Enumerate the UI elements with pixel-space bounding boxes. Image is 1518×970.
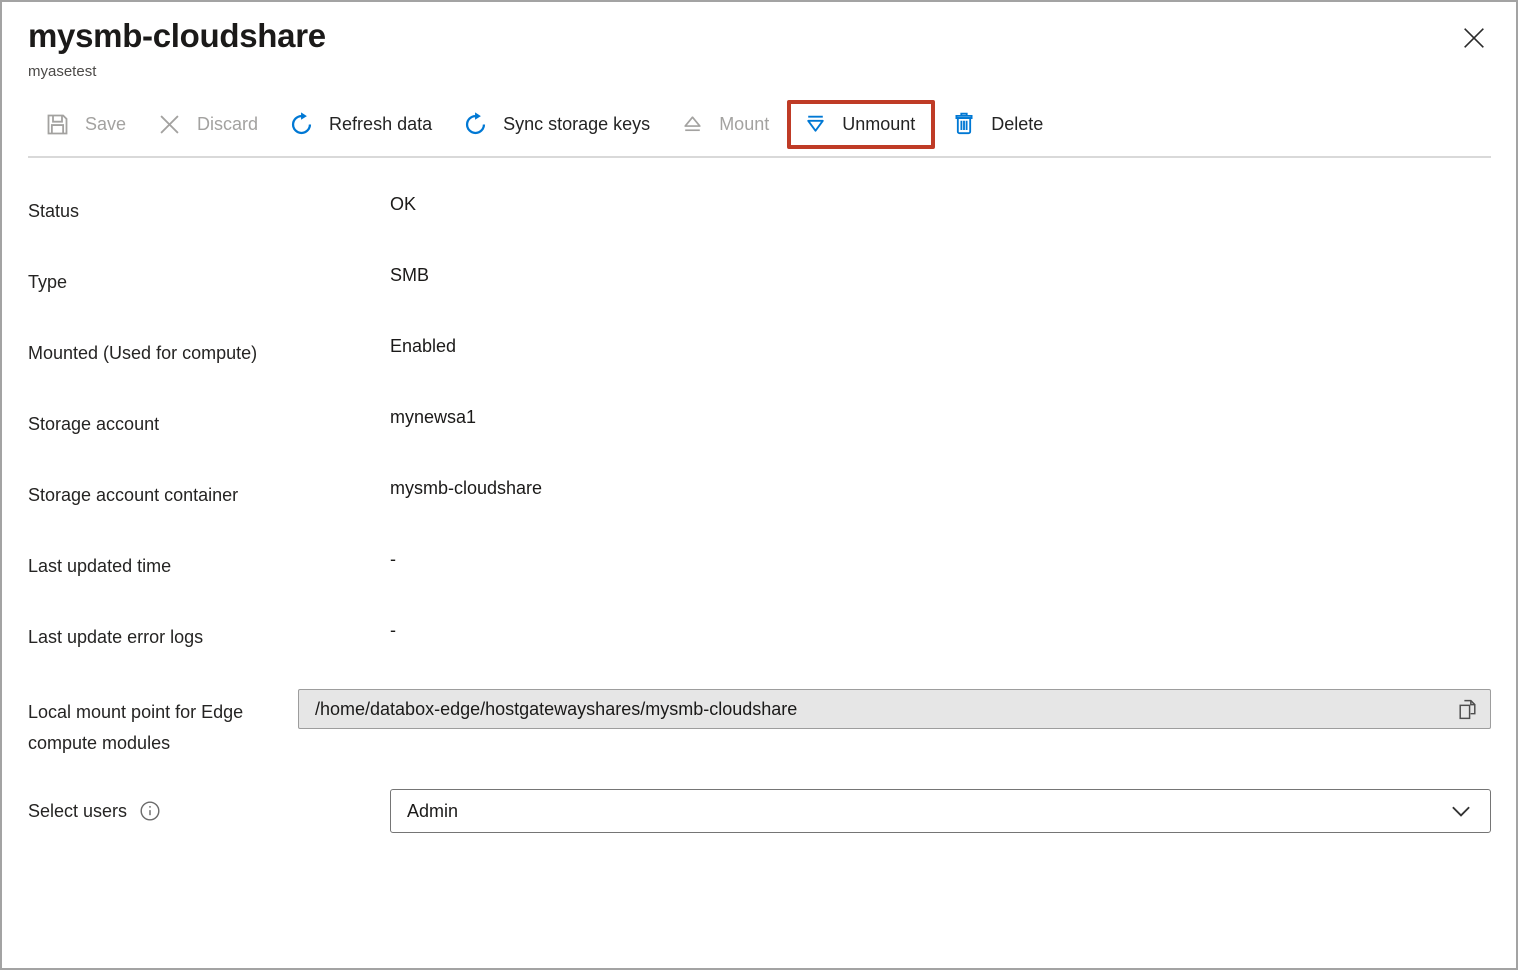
field-label: Mounted (Used for compute) [28, 343, 258, 363]
copy-button[interactable] [1455, 697, 1480, 722]
discard-icon [156, 111, 183, 138]
select-users-label-group: Select users [28, 800, 390, 822]
field-row-local-mount-point: Local mount point for Edge compute modul… [28, 689, 1491, 759]
field-row-mounted: Mounted (Used for compute) Enabled [28, 336, 1491, 364]
delete-button[interactable]: Delete [951, 111, 1043, 137]
properties-section: Status OK Type SMB Mounted (Used for com… [2, 158, 1516, 833]
refresh-icon [288, 111, 315, 138]
close-icon [1458, 22, 1490, 54]
field-row-status: Status OK [28, 194, 1491, 222]
command-bar: Save Discard Refresh data Sync storage k… [2, 98, 1516, 150]
save-button[interactable]: Save [44, 111, 126, 138]
blade-header: mysmb-cloudshare myasetest [2, 2, 1516, 80]
field-row-storage-account: Storage account mynewsa1 [28, 407, 1491, 435]
field-label: Select users [28, 801, 128, 821]
trash-icon [951, 111, 977, 137]
field-row-type: Type SMB [28, 265, 1491, 293]
page-subtitle: myasetest [28, 63, 97, 80]
close-button[interactable] [1454, 18, 1494, 58]
delete-label: Delete [991, 113, 1044, 134]
unmount-button[interactable]: Unmount [803, 112, 915, 137]
share-details-blade: mysmb-cloudshare myasetest Save Discard … [0, 0, 1518, 970]
field-label: Local mount point for Edge compute modul… [28, 702, 244, 753]
unmount-label: Unmount [842, 113, 916, 134]
field-value: - [390, 549, 396, 569]
unmount-icon [803, 112, 828, 137]
mount-button[interactable]: Mount [680, 112, 769, 137]
sync-storage-keys-button[interactable]: Sync storage keys [462, 111, 650, 138]
copy-icon [1455, 697, 1480, 722]
field-row-last-updated: Last updated time - [28, 549, 1491, 577]
field-row-storage-container: Storage account container mysmb-cloudsha… [28, 478, 1491, 506]
field-value: mysmb-cloudshare [390, 478, 543, 498]
mount-label: Mount [719, 113, 770, 134]
field-label: Type [28, 272, 68, 292]
save-icon [44, 111, 71, 138]
field-value: mynewsa1 [390, 407, 477, 427]
field-value: OK [390, 194, 417, 214]
field-value: - [390, 620, 396, 640]
field-label: Storage account container [28, 485, 239, 505]
discard-label: Discard [197, 113, 259, 134]
save-label: Save [85, 113, 127, 134]
unmount-highlight-annotation: Unmount [787, 99, 936, 149]
mount-point-readonly-field[interactable]: /home/databox-edge/hostgatewayshares/mys… [298, 689, 1491, 729]
field-label: Storage account [28, 414, 160, 434]
chevron-down-icon [1446, 796, 1476, 826]
select-users-dropdown[interactable]: Admin [390, 789, 1491, 833]
mount-point-value: /home/databox-edge/hostgatewayshares/mys… [315, 698, 798, 719]
field-value: Enabled [390, 336, 457, 356]
info-icon[interactable] [139, 800, 161, 822]
eject-icon [680, 112, 705, 137]
field-label: Status [28, 201, 80, 221]
refresh-data-label: Refresh data [329, 113, 433, 134]
field-value: SMB [390, 265, 430, 285]
page-title: mysmb-cloudshare [28, 17, 326, 54]
sync-icon [462, 111, 489, 138]
field-row-error-logs: Last update error logs - [28, 620, 1491, 648]
discard-button[interactable]: Discard [156, 111, 258, 138]
refresh-data-button[interactable]: Refresh data [288, 111, 432, 138]
select-users-selected-value: Admin [407, 800, 459, 821]
field-label: Last update error logs [28, 627, 204, 647]
field-row-select-users: Select users Admin [28, 789, 1491, 833]
sync-storage-keys-label: Sync storage keys [503, 113, 651, 134]
field-label: Last updated time [28, 556, 172, 576]
